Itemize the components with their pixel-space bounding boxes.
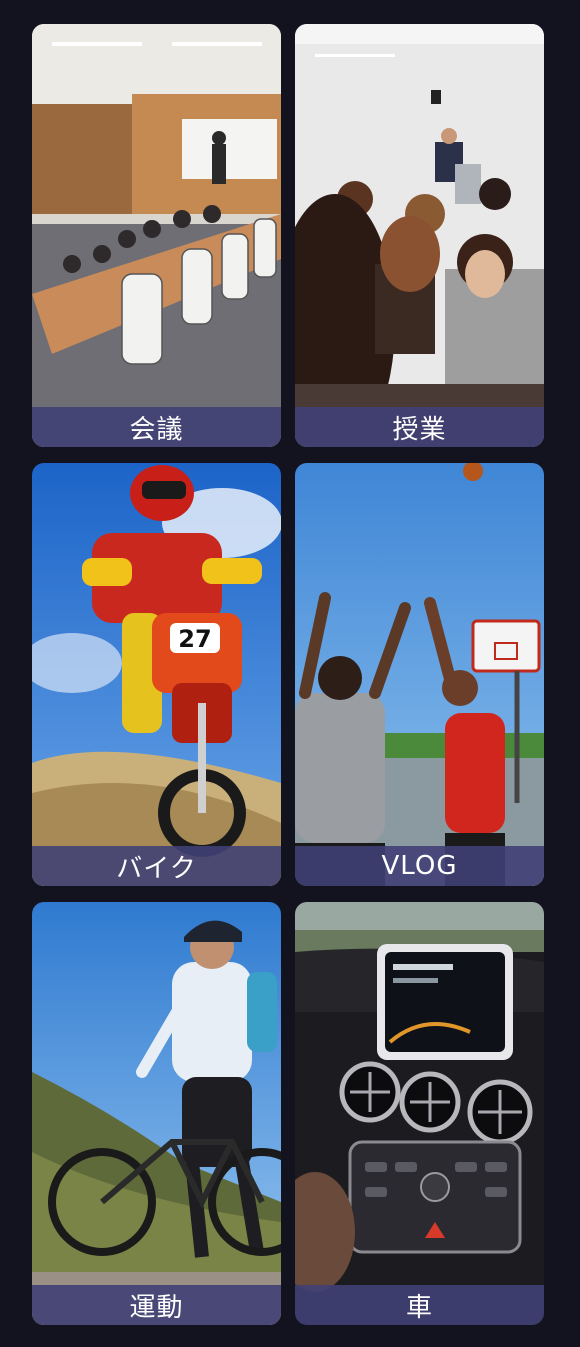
motocross-rider-photo: 27: [32, 463, 281, 886]
lecture-audience-photo: [295, 24, 544, 447]
tile-label-bar: VLOG: [295, 846, 544, 886]
tile-sports[interactable]: 運動: [32, 902, 281, 1325]
tile-label: 授業: [392, 414, 447, 445]
tile-label: 車: [405, 1292, 433, 1323]
mountain-biker-photo: [32, 902, 281, 1325]
conference-room-photo: [32, 24, 281, 447]
tile-label-bar: 授業: [295, 407, 544, 447]
tile-meeting[interactable]: 会議: [32, 24, 281, 447]
usage-scenario-grid: 会議 授業 27 バイク VLOG 運動 車: [0, 0, 580, 1347]
tile-car[interactable]: 車: [295, 902, 544, 1325]
svg-text:27: 27: [178, 625, 211, 653]
tile-label-bar: 運動: [32, 1285, 281, 1325]
tile-label-bar: 会議: [32, 407, 281, 447]
car-dashboard-photo: [295, 902, 544, 1325]
tile-motorbike[interactable]: 27 バイク: [32, 463, 281, 886]
tile-label: VLOG: [381, 851, 458, 881]
tile-class[interactable]: 授業: [295, 24, 544, 447]
tile-label-bar: バイク: [32, 846, 281, 886]
basketball-players-photo: [295, 463, 544, 886]
tile-vlog[interactable]: VLOG: [295, 463, 544, 886]
tile-label: 運動: [129, 1292, 184, 1323]
tile-label-bar: 車: [295, 1285, 544, 1325]
tile-label: 会議: [129, 414, 184, 445]
tile-label: バイク: [116, 853, 197, 884]
